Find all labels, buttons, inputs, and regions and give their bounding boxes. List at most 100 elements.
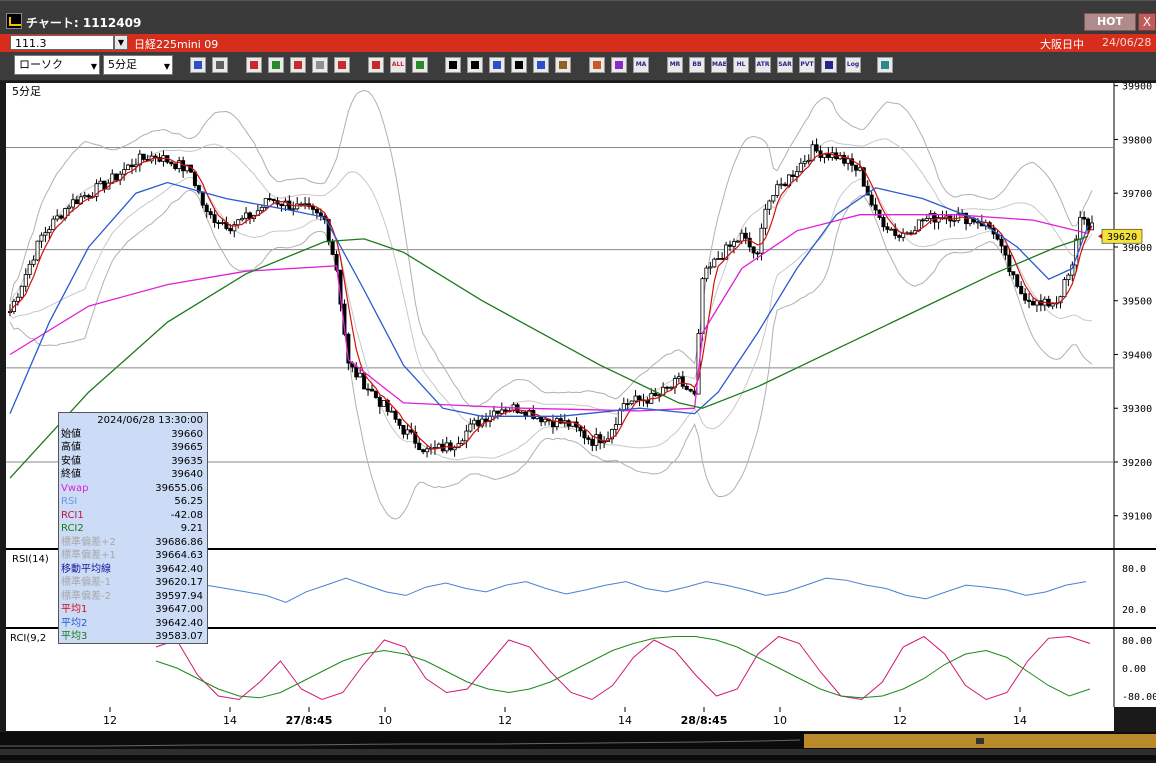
info-row: 標準偏差+1 39664.63 [61, 549, 205, 563]
candle-body [684, 385, 689, 390]
export-button[interactable] [877, 57, 893, 73]
candle-body [35, 240, 40, 261]
candle-body [303, 203, 308, 206]
cursor-tool-button[interactable] [212, 57, 228, 73]
pvt-indicator-button[interactable]: PVT [799, 57, 815, 73]
time-tick-label: 27/8:45 [286, 714, 333, 727]
current-price-label: 39620 [1107, 232, 1137, 243]
candle-body [704, 267, 709, 280]
info-label: 平均2 [61, 617, 88, 629]
candle-body [582, 430, 587, 439]
mr-indicator-button[interactable]: MR [667, 57, 683, 73]
info-row: 始値 39660 [61, 428, 205, 442]
arrow-tool-button[interactable] [467, 57, 483, 73]
line-draw-button[interactable] [445, 57, 461, 73]
candle-body [369, 388, 374, 392]
candle-body [877, 209, 882, 218]
all-button[interactable]: ALL [390, 57, 406, 73]
candle-body [657, 394, 662, 397]
mae-indicator-button[interactable]: MAE [711, 57, 727, 73]
candle-body [27, 263, 32, 275]
candle-body [629, 400, 634, 405]
rci-tick-label: 0.00 [1122, 664, 1146, 675]
trend-tool-button[interactable] [246, 57, 262, 73]
pen-tool-button[interactable] [412, 57, 428, 73]
period-right-button[interactable] [368, 57, 384, 73]
period-left-button[interactable] [334, 57, 350, 73]
close-button[interactable]: X [1138, 13, 1156, 31]
info-value: 39640 [171, 469, 203, 480]
candle-body [141, 153, 146, 160]
undo-button[interactable] [489, 57, 505, 73]
candle-body [74, 199, 79, 205]
candle-body [613, 424, 618, 430]
candle-body [665, 386, 670, 389]
interval-select[interactable]: 5分足 ▼ [103, 55, 173, 75]
pen-tool-icon [416, 61, 424, 69]
info-row: 高値 39665 [61, 441, 205, 455]
candle-body [873, 204, 878, 211]
info-value: 39635 [171, 455, 203, 467]
candle-body [476, 419, 481, 427]
candle-body [783, 183, 788, 187]
candle-body [460, 440, 465, 445]
zoom-tool-button[interactable] [190, 57, 206, 73]
candle-body [952, 220, 957, 222]
candle-body [495, 410, 500, 414]
candle-body [716, 258, 721, 260]
hot-button[interactable]: HOT [1084, 13, 1136, 31]
candle-body [102, 180, 107, 190]
candle-body [299, 203, 304, 206]
info-label: 標準偏差-2 [61, 590, 111, 602]
candle-body [897, 235, 902, 238]
window-title: チャート: 1112409 [26, 16, 142, 30]
candle-body [405, 429, 410, 435]
candle-body [1023, 293, 1028, 301]
info-value: 39655.06 [155, 482, 203, 494]
chart-toolbar: ローソク ▼ 5分足 ▼ ALL MA MR BB MAE HL ATR SAR PVT Log [0, 52, 1156, 81]
info-label: 終値 [61, 469, 81, 480]
scroll-grip-icon[interactable] [976, 738, 984, 744]
chart-tool-button[interactable] [268, 57, 284, 73]
candle-body [291, 208, 296, 211]
scale-tool-button[interactable] [312, 57, 328, 73]
info-value: 39583.07 [155, 631, 203, 642]
candle-body [295, 203, 300, 210]
delete-button[interactable] [533, 57, 549, 73]
candle-body [1030, 301, 1035, 306]
cross-tool-button[interactable] [290, 57, 306, 73]
info-row: 平均2 39642.40 [61, 617, 205, 631]
frame-button[interactable] [821, 57, 837, 73]
candle-body [389, 410, 394, 413]
candle-body [15, 296, 20, 302]
scrollbar-graphic[interactable] [0, 732, 1156, 760]
info-label: 始値 [61, 428, 81, 440]
candle-body [464, 430, 469, 442]
symbol-dropdown-button[interactable]: ▼ [114, 35, 128, 50]
export-icon [881, 61, 889, 69]
candle-body [881, 217, 886, 228]
time-scrollbar[interactable] [0, 732, 1156, 760]
settings-button[interactable] [555, 57, 571, 73]
candle-body [314, 208, 319, 214]
info-row: RCI2 9.21 [61, 522, 205, 536]
candle-body [846, 158, 851, 164]
bb-indicator-button[interactable]: BB [689, 57, 705, 73]
log-scale-button[interactable]: Log [845, 57, 861, 73]
info-value: 39660 [171, 428, 203, 440]
hl-indicator-button[interactable]: HL [733, 57, 749, 73]
ma-indicator-button[interactable]: MA [633, 57, 649, 73]
color-button[interactable] [611, 57, 627, 73]
atr-indicator-button[interactable]: ATR [755, 57, 771, 73]
candle-body [1015, 274, 1020, 287]
sar-indicator-button[interactable]: SAR [777, 57, 793, 73]
tools-button[interactable] [589, 57, 605, 73]
chart-type-select[interactable]: ローソク ▼ [14, 55, 100, 75]
candle-body [680, 376, 685, 387]
info-row: 終値 39640 [61, 468, 205, 482]
symbol-code-input[interactable]: 111.3 [10, 35, 114, 50]
candle-body [763, 208, 768, 229]
candle-body [712, 258, 717, 268]
print-button[interactable] [511, 57, 527, 73]
period-right-icon [372, 61, 380, 69]
